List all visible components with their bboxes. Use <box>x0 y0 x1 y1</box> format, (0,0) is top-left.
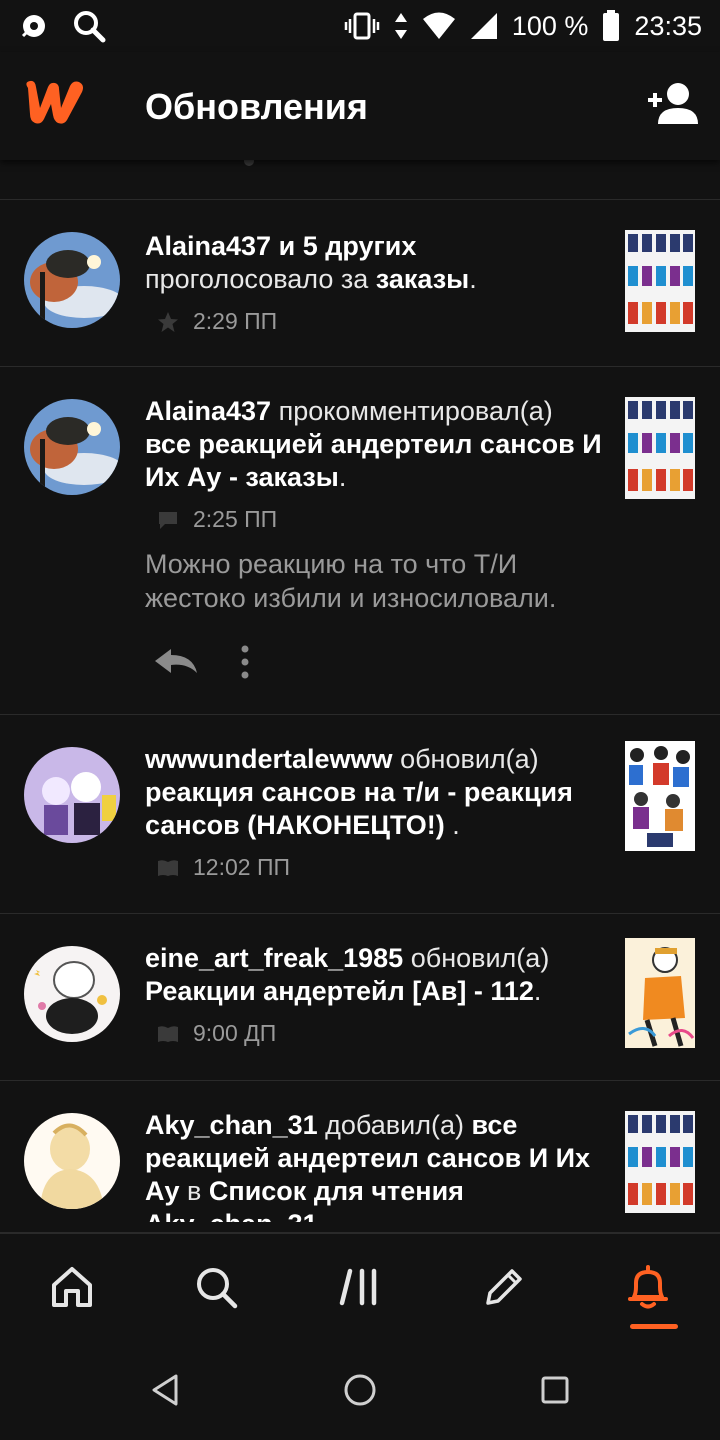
username[interactable]: Alaina437 <box>145 231 271 261</box>
notification-item[interactable]: wwwundertalewww обновил(а) реакция сансо… <box>0 715 720 914</box>
story-cover-thumbnail[interactable] <box>625 230 695 332</box>
home-button[interactable] <box>330 1362 390 1422</box>
notification-meta: 12:02 ПП <box>157 854 605 881</box>
nav-home[interactable] <box>32 1249 112 1329</box>
notification-meta: 2:25 ПП <box>157 506 605 533</box>
data-arrows-icon <box>394 11 408 41</box>
comment-actions <box>153 645 605 684</box>
story-cover-thumbnail[interactable] <box>625 741 695 851</box>
add-user-icon[interactable] <box>642 80 698 128</box>
notifications-icon <box>626 1263 670 1316</box>
notification-content: Aky_chan_31 добавил(а) все реакцией анде… <box>145 1109 605 1222</box>
notification-item[interactable]: Alaina437 прокомментировал(а) все реакци… <box>0 367 720 715</box>
search-icon <box>194 1265 238 1314</box>
reply-icon[interactable] <box>153 647 199 682</box>
notification-content: Alaina437 прокомментировал(а) все реакци… <box>145 395 605 684</box>
username-cut: Aky_chan_31 <box>145 1209 318 1222</box>
connector-text: в <box>187 1176 202 1206</box>
clock: 23:35 <box>634 10 702 41</box>
book-icon <box>157 1023 179 1045</box>
bottom-navigation <box>0 1232 720 1344</box>
nav-library[interactable] <box>320 1249 400 1329</box>
notification-meta: 9:00 ДП <box>157 1020 605 1047</box>
others-count: и 5 других <box>278 231 417 261</box>
system-navigation-bar <box>0 1344 720 1440</box>
page-title: Обновления <box>145 86 368 127</box>
comment-icon <box>157 509 179 531</box>
home-circle-icon <box>342 1372 378 1413</box>
timestamp: 2:25 ПП <box>193 506 278 532</box>
nav-write[interactable] <box>464 1249 544 1329</box>
updates-feed[interactable]: Alaina437 и 5 других проголосовало за за… <box>0 160 720 1232</box>
avatar[interactable] <box>24 232 120 328</box>
notification-item[interactable]: Aky_chan_31 добавил(а) все реакцией анде… <box>0 1081 720 1232</box>
username[interactable]: eine_art_freak_1985 <box>145 943 403 973</box>
notification-item[interactable]: Alaina437 и 5 других проголосовало за за… <box>0 200 720 367</box>
active-tab-indicator <box>630 1324 678 1329</box>
write-icon <box>482 1265 526 1314</box>
battery-percent: 100 % <box>511 10 589 41</box>
timestamp: 9:00 ДП <box>193 1020 277 1046</box>
avatar[interactable] <box>24 1113 120 1209</box>
action-text: добавил(а) <box>325 1110 464 1140</box>
library-icon <box>338 1265 382 1314</box>
story-title[interactable]: все реакцией андертеил сансов И Их Ау - … <box>145 429 602 492</box>
notification-content: wwwundertalewww обновил(а) реакция сансо… <box>145 743 605 881</box>
notification-content: eine_art_freak_1985 обновил(а) Реакции а… <box>145 942 605 1047</box>
search-icon <box>72 9 106 43</box>
username[interactable]: wwwundertalewww <box>145 744 393 774</box>
more-options-icon[interactable] <box>239 645 251 684</box>
timestamp: 2:29 ПП <box>193 308 278 334</box>
previous-item-sliver <box>0 160 720 200</box>
story-title[interactable]: заказы <box>376 264 469 294</box>
back-triangle-icon <box>150 1373 180 1412</box>
notification-content: Alaina437 и 5 других проголосовало за за… <box>145 230 605 335</box>
comment-text: Можно реакцию на то что Т/И жестоко изби… <box>145 549 557 613</box>
book-icon <box>157 857 179 879</box>
avatar[interactable] <box>24 946 120 1042</box>
avatar[interactable] <box>24 399 120 495</box>
nav-search[interactable] <box>176 1249 256 1329</box>
action-text: проголосовало за <box>145 264 369 294</box>
username[interactable]: Aky_chan_31 <box>145 1110 318 1140</box>
wifi-icon <box>422 12 456 40</box>
story-cover-thumbnail[interactable] <box>625 397 695 499</box>
action-text: обновил(а) <box>410 943 550 973</box>
vibrate-icon <box>344 11 380 41</box>
star-icon <box>157 311 179 333</box>
notification-item[interactable]: eine_art_freak_1985 обновил(а) Реакции а… <box>0 914 720 1081</box>
notification-meta: 2:29 ПП <box>157 308 605 335</box>
recents-square-icon <box>540 1375 570 1410</box>
app-bar: Обновления <box>0 52 720 160</box>
story-cover-thumbnail[interactable] <box>625 938 695 1048</box>
nav-notifications[interactable] <box>608 1249 688 1329</box>
timestamp: 12:02 ПП <box>193 854 291 880</box>
action-text: прокомментировал(а) <box>278 396 553 426</box>
username[interactable]: Alaina437 <box>145 396 271 426</box>
signal-icon <box>470 12 498 40</box>
story-title[interactable]: реакция сансов на т/и - реакция сансов (… <box>145 777 573 840</box>
home-icon <box>50 1265 94 1314</box>
recents-button[interactable] <box>525 1362 585 1422</box>
story-cover-thumbnail[interactable] <box>625 1111 695 1213</box>
status-bar: 100 % 23:35 <box>0 0 720 52</box>
meta-icon-partial <box>244 160 254 166</box>
battery-icon <box>602 10 620 42</box>
reading-list-title[interactable]: Список для чтения <box>209 1176 464 1206</box>
avatar[interactable] <box>24 747 120 843</box>
story-title[interactable]: Реакции андертейл [Ав] - 112 <box>145 976 534 1006</box>
back-button[interactable] <box>135 1362 195 1422</box>
pocket-cast-icon <box>18 12 50 40</box>
action-text: обновил(а) <box>400 744 539 774</box>
wattpad-logo-icon[interactable] <box>22 78 88 126</box>
